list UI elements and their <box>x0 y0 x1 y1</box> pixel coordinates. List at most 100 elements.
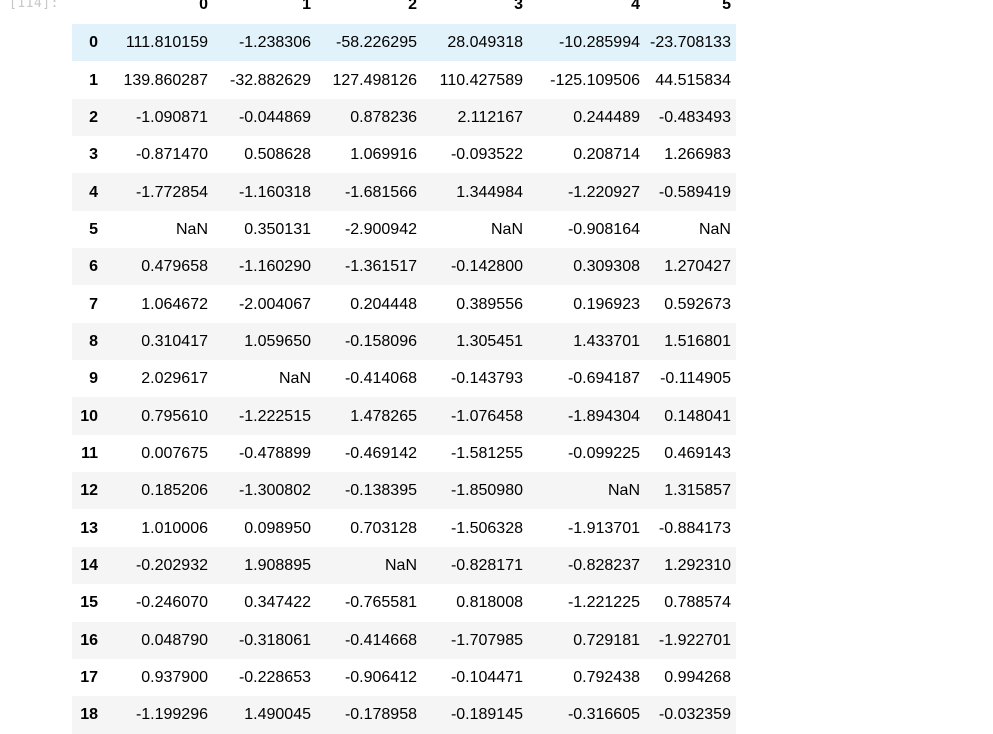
table-cell: 1.433701 <box>573 332 640 350</box>
table-cell: -1.581255 <box>450 444 523 462</box>
index-header-corner <box>72 0 110 24</box>
table-cell: -0.044869 <box>238 108 311 126</box>
table-cell: -0.828171 <box>450 556 523 574</box>
table-cell: -0.589419 <box>658 183 731 201</box>
table-row[interactable]: 1 139.860287 -32.882629 127.498126 110.42758… <box>72 61 736 99</box>
row-index: 2 <box>89 108 98 126</box>
table-row[interactable]: 14 -0.202932 1.908895 NaN -0.828171 -0.828237… <box>72 546 736 585</box>
table-cell: NaN <box>698 220 731 238</box>
table-row[interactable]: 12 0.185206 -1.300802 -0.138395 -1.850980 NaN… <box>72 472 736 510</box>
table-cell: 0.208714 <box>573 146 640 164</box>
table-cell: 1.315857 <box>664 482 731 500</box>
table-cell: -0.694187 <box>567 370 640 388</box>
table-cell: -1.220927 <box>567 183 640 201</box>
table-cell: -0.483493 <box>658 108 731 126</box>
table-row[interactable]: 0 111.810159 -1.238306 -58.226295 28.049318 -… <box>72 24 736 62</box>
column-header-0: 0 <box>199 0 208 13</box>
table-cell: -1.772854 <box>135 183 208 201</box>
table-row[interactable]: 18 -1.199296 1.490045 -0.178958 -0.189145 -0.… <box>72 696 736 734</box>
table-row[interactable]: 8 0.310417 1.059650 -0.158096 1.305451 1.4337… <box>72 322 736 361</box>
table-header: 0 1 2 3 4 5 <box>72 0 736 24</box>
table-cell: -0.469142 <box>344 444 417 462</box>
table-cell: -0.828237 <box>567 556 640 574</box>
table-cell: -1.300802 <box>238 482 311 500</box>
table-cell: 0.703128 <box>350 519 417 537</box>
cell-execution-prompt: [114]: <box>9 0 59 11</box>
table-cell: -1.922701 <box>658 631 731 649</box>
table-cell: -2.004067 <box>238 295 311 313</box>
table-cell: 44.515834 <box>655 71 731 89</box>
row-index: 1 <box>89 71 98 89</box>
row-index: 4 <box>89 183 98 201</box>
row-index: 11 <box>81 444 98 462</box>
row-index: 9 <box>89 370 98 388</box>
table-cell: NaN <box>278 370 311 388</box>
table-cell: 0.310417 <box>141 332 208 350</box>
row-index: 5 <box>89 220 98 238</box>
row-index: 10 <box>80 407 98 425</box>
table-row[interactable]: 4 -1.772854 -1.160318 -1.681566 1.344984 -1.2… <box>72 173 736 211</box>
table-cell: NaN <box>175 220 208 238</box>
table-cell: 0.937900 <box>141 669 208 687</box>
table-cell: 1.344984 <box>456 183 523 201</box>
column-header-1: 1 <box>302 0 311 13</box>
table-cell: -0.202932 <box>135 556 208 574</box>
row-index: 16 <box>80 631 98 649</box>
table-cell: 1.292310 <box>664 556 731 574</box>
table-cell: 0.818008 <box>456 594 523 612</box>
table-row[interactable]: 15 -0.246070 0.347422 -0.765581 0.818008 -1.2… <box>72 584 736 622</box>
table-row[interactable]: 17 0.937900 -0.228653 -0.906412 -0.104471 0.7… <box>72 658 736 697</box>
table-row[interactable]: 16 0.048790 -0.318061 -0.414668 -1.707985 0.7… <box>72 621 736 659</box>
table-cell: -0.246070 <box>135 594 208 612</box>
row-index: 6 <box>89 258 98 276</box>
table-cell: 28.049318 <box>447 34 523 52</box>
table-cell: 1.478265 <box>350 407 417 425</box>
table-cell: -0.414668 <box>344 631 417 649</box>
table-cell: -0.228653 <box>238 669 311 687</box>
table-cell: -0.908164 <box>567 220 640 238</box>
table-cell: 0.309308 <box>573 258 640 276</box>
table-cell: 2.112167 <box>457 108 523 126</box>
table-cell: -125.109506 <box>550 71 640 89</box>
table-cell: -1.681566 <box>344 183 417 201</box>
table-cell: 1.908895 <box>244 556 311 574</box>
column-header-3: 3 <box>514 0 523 13</box>
table-row[interactable]: 2 -1.090871 -0.044869 0.878236 2.112167 0.244… <box>72 98 736 137</box>
table-cell: -1.199296 <box>135 706 208 724</box>
table-row[interactable]: 3 -0.871470 0.508628 1.069916 -0.093522 0.208… <box>72 136 736 174</box>
table-cell: 110.427589 <box>439 71 523 89</box>
table-body: 0 111.810159 -1.238306 -58.226295 28.049318 -… <box>72 24 736 734</box>
table-cell: NaN <box>490 220 523 238</box>
table-cell: 0.479658 <box>141 258 208 276</box>
table-cell: -0.142800 <box>450 258 523 276</box>
table-cell: -0.104471 <box>450 669 523 687</box>
table-row[interactable]: 5 NaN 0.350131 -2.900942 NaN -0.908164 NaN <box>72 210 736 249</box>
dataframe-table: 0 1 2 3 4 5 0 111.810159 -1.238306 -58.226295 28.… <box>72 0 736 734</box>
table-cell: 0.469143 <box>664 444 731 462</box>
table-cell: 0.098950 <box>244 519 311 537</box>
table-cell: -0.478899 <box>238 444 311 462</box>
table-cell: -0.114905 <box>660 370 731 388</box>
table-cell: 0.204448 <box>350 295 417 313</box>
table-row[interactable]: 9 2.029617 NaN -0.414068 -0.143793 -0.694187 -… <box>72 360 736 398</box>
table-cell: -0.884173 <box>658 519 731 537</box>
table-cell: 127.498126 <box>332 71 417 89</box>
table-row[interactable]: 6 0.479658 -1.160290 -1.361517 -0.142800 0.30… <box>72 248 736 286</box>
table-cell: 1.059650 <box>244 332 311 350</box>
table-row[interactable]: 13 1.010006 0.098950 0.703128 -1.506328 -1.91… <box>72 509 736 547</box>
table-row[interactable]: 7 1.064672 -2.004067 0.204448 0.389556 0.1969… <box>72 285 736 323</box>
row-index: 7 <box>89 295 98 313</box>
table-cell: 1.064672 <box>141 295 208 313</box>
table-cell: -1.160290 <box>238 258 311 276</box>
table-cell: 0.795610 <box>141 407 208 425</box>
row-index: 0 <box>89 34 98 52</box>
table-row[interactable]: 10 0.795610 -1.222515 1.478265 -1.076458 -1.8… <box>72 397 736 435</box>
table-cell: NaN <box>607 482 640 500</box>
row-index: 18 <box>80 706 98 724</box>
row-index: 14 <box>80 556 98 574</box>
column-header-4: 4 <box>631 0 640 13</box>
table-cell: 1.270427 <box>664 258 731 276</box>
header-row: 0 1 2 3 4 5 <box>72 0 736 24</box>
table-cell: -1.221225 <box>567 594 640 612</box>
table-row[interactable]: 11 0.007675 -0.478899 -0.469142 -1.581255 -0.… <box>72 434 736 473</box>
